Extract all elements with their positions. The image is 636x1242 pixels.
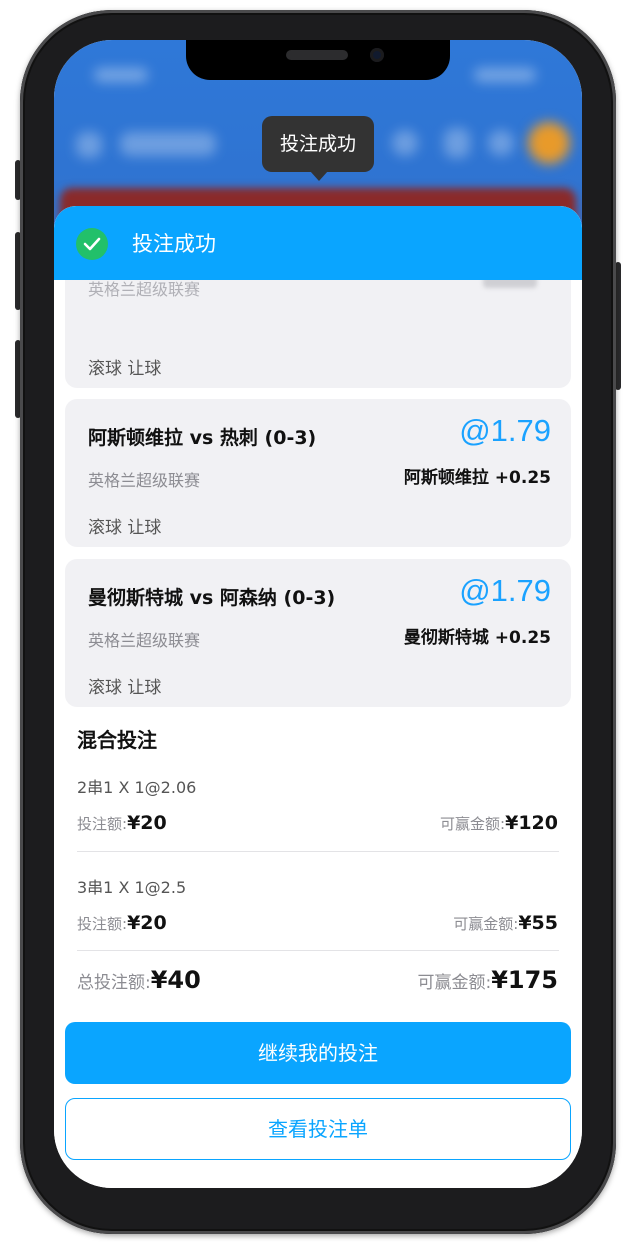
stake-amount: 投注额:¥20	[77, 812, 167, 834]
bet-pick: 阿斯顿维拉 +0.25	[403, 468, 551, 488]
bet-card: 曼彻斯特城 vs 阿森纳 (0-3) @1.79 英格兰超级联赛 曼彻斯特城 +…	[65, 559, 571, 707]
status-icons-blurred	[474, 68, 536, 82]
win-value: ¥120	[505, 812, 558, 834]
search-icon	[392, 130, 418, 156]
total-stake-label: 总投注额:	[77, 973, 151, 993]
win-label: 可赢金额:	[440, 815, 506, 833]
total-win-label: 可赢金额:	[417, 973, 492, 993]
combo-name: 2串1 X 1@2.06	[77, 778, 197, 797]
stake-amount: 投注额:¥20	[77, 912, 167, 934]
app-title-blurred	[120, 132, 216, 156]
league-name: 英格兰超级联赛	[88, 631, 201, 650]
notch	[186, 40, 450, 80]
bell-icon	[444, 128, 470, 158]
stake-label: 投注额:	[77, 815, 128, 833]
odds-value: @1.79	[459, 573, 551, 608]
total-stake: 总投注额:¥40	[77, 966, 201, 994]
total-win: 可赢金额:¥175	[417, 966, 558, 994]
view-bet-slip-button[interactable]: 查看投注单	[65, 1098, 571, 1160]
bet-card: 阿斯顿维拉 vs 热刺 (0-3) @1.79 英格兰超级联赛 阿斯顿维拉 +0…	[65, 399, 571, 547]
stake-value: ¥20	[127, 812, 167, 834]
combo-section-title: 混合投注	[77, 728, 157, 752]
bet-success-sheet: 投注成功 英格兰超级联赛 滚球 让球 阿斯顿维拉 vs 热刺 (0-3) @1.…	[54, 206, 582, 1188]
win-label: 可赢金额:	[453, 915, 519, 933]
back-icon	[76, 132, 102, 158]
phone-frame: 投注成功 英格兰超级联赛 滚球 让球 阿斯顿维拉 vs 热刺 (0-3) @1.…	[20, 10, 616, 1234]
divider	[77, 851, 559, 852]
phone-screen: 投注成功 英格兰超级联赛 滚球 让球 阿斯顿维拉 vs 热刺 (0-3) @1.…	[54, 40, 582, 1188]
win-value: ¥55	[518, 912, 558, 934]
match-title: 曼彻斯特城 vs 阿森纳 (0-3)	[88, 587, 336, 609]
speaker-grille	[286, 50, 348, 60]
sheet-title: 投注成功	[132, 232, 216, 256]
combo-name: 3串1 X 1@2.5	[77, 878, 187, 897]
win-amount: 可赢金额:¥55	[453, 912, 558, 934]
status-time-blurred	[94, 68, 148, 82]
total-stake-value: ¥40	[150, 966, 201, 994]
bet-pick: 曼彻斯特城 +0.25	[403, 628, 551, 648]
odds-value: @1.79	[459, 413, 551, 448]
sheet-header: 投注成功	[54, 206, 582, 280]
stake-value: ¥20	[127, 912, 167, 934]
total-win-value: ¥175	[491, 966, 558, 994]
win-amount: 可赢金额:¥120	[440, 812, 558, 834]
stake-label: 投注额:	[77, 915, 128, 933]
continue-betting-button[interactable]: 继续我的投注	[65, 1022, 571, 1084]
service-icon	[488, 130, 514, 156]
divider	[77, 950, 559, 951]
match-title: 阿斯顿维拉 vs 热刺 (0-3)	[88, 427, 317, 449]
success-check-icon	[76, 228, 108, 260]
bet-type: 滚球 让球	[88, 678, 162, 698]
avatar	[528, 122, 570, 164]
league-name: 英格兰超级联赛	[88, 471, 201, 490]
camera-icon	[370, 48, 384, 62]
bet-type: 滚球 让球	[88, 359, 162, 379]
success-toast: 投注成功	[262, 116, 374, 181]
bet-type: 滚球 让球	[88, 518, 162, 538]
